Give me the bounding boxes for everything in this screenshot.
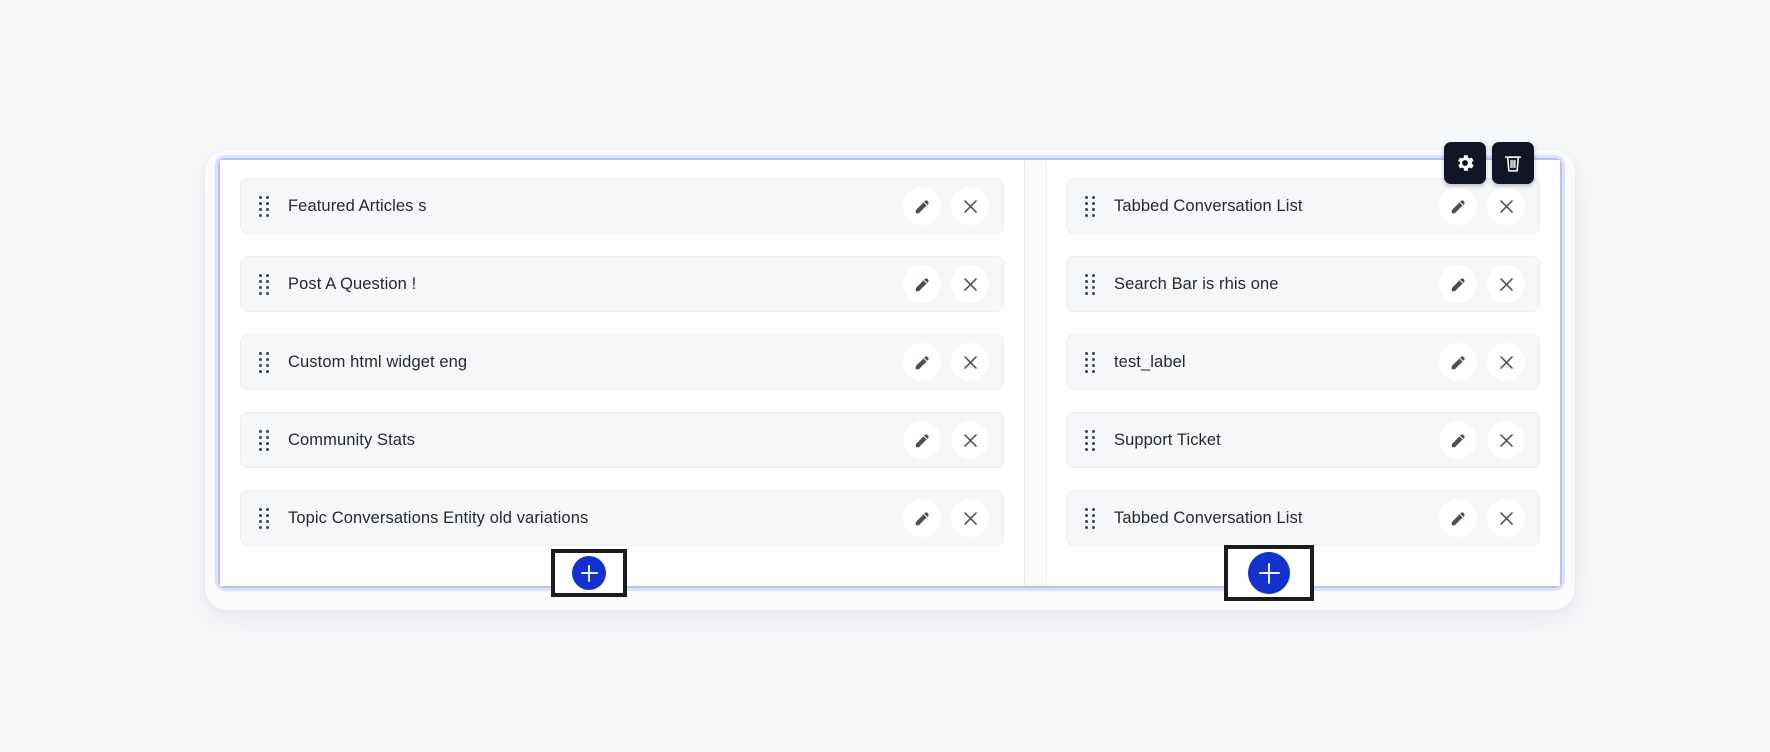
widget-label: Topic Conversations Entity old variation… (288, 508, 589, 527)
remove-widget-button[interactable] (951, 421, 989, 459)
drag-handle-icon[interactable] (1085, 429, 1095, 451)
table-row[interactable]: Post A Question ! (240, 256, 1004, 312)
drag-handle-icon[interactable] (259, 429, 269, 451)
widget-label: Featured Articles s (288, 196, 427, 215)
table-row[interactable]: Custom html widget eng (240, 334, 1004, 390)
gear-icon (1458, 155, 1474, 171)
drag-handle-icon[interactable] (259, 351, 269, 373)
edit-widget-button[interactable] (1439, 187, 1477, 225)
widget-label: Tabbed Conversation List (1114, 508, 1303, 527)
row-actions (1439, 343, 1525, 381)
edit-widget-button[interactable] (903, 499, 941, 537)
table-row[interactable]: Topic Conversations Entity old variation… (240, 490, 1004, 546)
table-row[interactable]: test_label (1066, 334, 1540, 390)
remove-widget-button[interactable] (951, 265, 989, 303)
right-column-panel[interactable]: Tabbed Conversation List Search Bar is r… (1046, 160, 1560, 586)
remove-widget-button[interactable] (1487, 421, 1525, 459)
row-actions (903, 343, 989, 381)
close-icon (1499, 433, 1513, 447)
left-column-panel[interactable]: Featured Articles s Post A Question ! Cu… (220, 160, 1024, 586)
row-actions (1439, 265, 1525, 303)
settings-button[interactable] (1444, 142, 1486, 184)
widget-label: Support Ticket (1114, 430, 1221, 449)
row-actions (903, 499, 989, 537)
table-row[interactable]: Tabbed Conversation List (1066, 178, 1540, 234)
row-actions (1439, 187, 1525, 225)
close-icon (963, 433, 977, 447)
drag-handle-icon[interactable] (259, 195, 269, 217)
pencil-icon (915, 433, 929, 447)
plus-icon (572, 556, 606, 590)
row-actions (1439, 421, 1525, 459)
table-row[interactable]: Community Stats (240, 412, 1004, 468)
edit-widget-button[interactable] (1439, 499, 1477, 537)
delete-button[interactable] (1492, 142, 1534, 184)
widget-layout-editor: Featured Articles s Post A Question ! Cu… (218, 158, 1562, 588)
trash-icon (1504, 156, 1522, 172)
pencil-icon (915, 355, 929, 369)
remove-widget-button[interactable] (1487, 187, 1525, 225)
edit-widget-button[interactable] (903, 421, 941, 459)
pencil-icon (915, 277, 929, 291)
table-row[interactable]: Featured Articles s (240, 178, 1004, 234)
edit-widget-button[interactable] (1439, 343, 1477, 381)
drag-handle-icon[interactable] (1085, 195, 1095, 217)
row-actions (1439, 499, 1525, 537)
remove-widget-button[interactable] (1487, 265, 1525, 303)
widget-label: Community Stats (288, 430, 416, 449)
drag-handle-icon[interactable] (259, 507, 269, 529)
widget-label: Tabbed Conversation List (1114, 196, 1303, 215)
pencil-icon (1451, 511, 1465, 525)
edit-widget-button[interactable] (1439, 265, 1477, 303)
layout-toolbar (1444, 142, 1534, 184)
column-divider (1024, 160, 1046, 586)
close-icon (1499, 511, 1513, 525)
remove-widget-button[interactable] (951, 343, 989, 381)
pencil-icon (1451, 277, 1465, 291)
close-icon (1499, 355, 1513, 369)
widget-label: test_label (1114, 352, 1186, 371)
add-widget-focus-ring-left (551, 549, 627, 597)
remove-widget-button[interactable] (1487, 343, 1525, 381)
add-widget-focus-ring-right (1224, 545, 1314, 601)
close-icon (963, 199, 977, 213)
remove-widget-button[interactable] (951, 187, 989, 225)
widget-label: Search Bar is rhis one (1114, 274, 1279, 293)
pencil-icon (915, 199, 929, 213)
pencil-icon (1451, 199, 1465, 213)
pencil-icon (915, 511, 929, 525)
remove-widget-button[interactable] (951, 499, 989, 537)
edit-widget-button[interactable] (903, 265, 941, 303)
edit-widget-button[interactable] (903, 343, 941, 381)
close-icon (963, 511, 977, 525)
pencil-icon (1451, 355, 1465, 369)
page-root: Featured Articles s Post A Question ! Cu… (0, 0, 1770, 752)
edit-widget-button[interactable] (903, 187, 941, 225)
drag-handle-icon[interactable] (1085, 273, 1095, 295)
widget-label: Custom html widget eng (288, 352, 468, 371)
close-icon (963, 355, 977, 369)
drag-handle-icon[interactable] (1085, 507, 1095, 529)
add-widget-button-left[interactable] (572, 556, 606, 590)
drag-handle-icon[interactable] (259, 273, 269, 295)
close-icon (1499, 277, 1513, 291)
close-icon (1499, 199, 1513, 213)
table-row[interactable]: Support Ticket (1066, 412, 1540, 468)
table-row[interactable]: Tabbed Conversation List (1066, 490, 1540, 546)
row-actions (903, 187, 989, 225)
drag-handle-icon[interactable] (1085, 351, 1095, 373)
remove-widget-button[interactable] (1487, 499, 1525, 537)
widget-label: Post A Question ! (288, 274, 417, 293)
plus-icon (1248, 552, 1290, 594)
row-actions (903, 265, 989, 303)
edit-widget-button[interactable] (1439, 421, 1477, 459)
row-actions (903, 421, 989, 459)
table-row[interactable]: Search Bar is rhis one (1066, 256, 1540, 312)
close-icon (963, 277, 977, 291)
pencil-icon (1451, 433, 1465, 447)
add-widget-button-right[interactable] (1248, 552, 1290, 594)
